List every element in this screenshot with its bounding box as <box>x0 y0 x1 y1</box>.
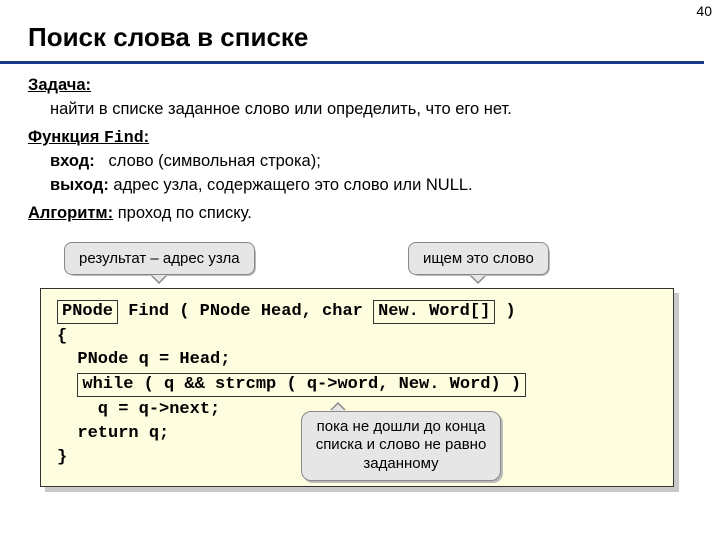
output-text: адрес узла, содержащего это слово или NU… <box>109 176 473 194</box>
callout-search-text: ищем это слово <box>423 250 534 267</box>
function-section: Функция Find: <box>28 126 694 150</box>
callout-result: результат – адрес узла <box>64 242 255 276</box>
func-input: вход: слово (символьная строка); <box>50 150 694 174</box>
param-box: New. Word[] <box>373 300 495 324</box>
callout-search: ищем это слово <box>408 242 549 276</box>
callout-result-text: результат – адрес узла <box>79 250 240 267</box>
callout-row: результат – адрес узла ищем это слово <box>28 242 694 280</box>
code-line-2: { <box>57 325 657 349</box>
algo-label: Алгоритм: <box>28 204 113 222</box>
callout-loop-text: пока не дошли до конца списка и слово не… <box>316 418 487 473</box>
sig-end: ) <box>495 302 515 321</box>
input-label: вход: <box>50 152 95 170</box>
page-number: 40 <box>696 3 712 19</box>
task-text: найти в списке заданное слово или опреде… <box>50 98 694 122</box>
func-name: Find <box>104 128 144 147</box>
func-output: выход: адрес узла, содержащего это слово… <box>50 174 694 198</box>
algo-text: проход по списку. <box>113 204 252 222</box>
code-line-3: PNode q = Head; <box>57 348 657 372</box>
code-line-4: while ( q && strcmp ( q->word, New. Word… <box>57 372 657 398</box>
func-label-prefix: Функция <box>28 128 104 146</box>
callout-loop: пока не дошли до конца списка и слово не… <box>301 411 501 481</box>
code-line-1: PNode Find ( PNode Head, char New. Word[… <box>57 299 657 325</box>
sig-mid: Find ( PNode Head, char <box>118 302 373 321</box>
func-colon: : <box>144 128 150 146</box>
return-type-box: PNode <box>57 300 118 324</box>
output-label: выход: <box>50 176 109 194</box>
code-block: PNode Find ( PNode Head, char New. Word[… <box>40 288 674 487</box>
algo-section: Алгоритм: проход по списку. <box>28 202 694 226</box>
slide-title: Поиск слова в списке <box>0 0 704 64</box>
content-area: Задача: найти в списке заданное слово ил… <box>0 64 720 487</box>
task-label: Задача: <box>28 76 91 94</box>
input-text: слово (символьная строка); <box>95 152 321 170</box>
while-box: while ( q && strcmp ( q->word, New. Word… <box>77 373 526 397</box>
task-section: Задача: <box>28 74 694 98</box>
